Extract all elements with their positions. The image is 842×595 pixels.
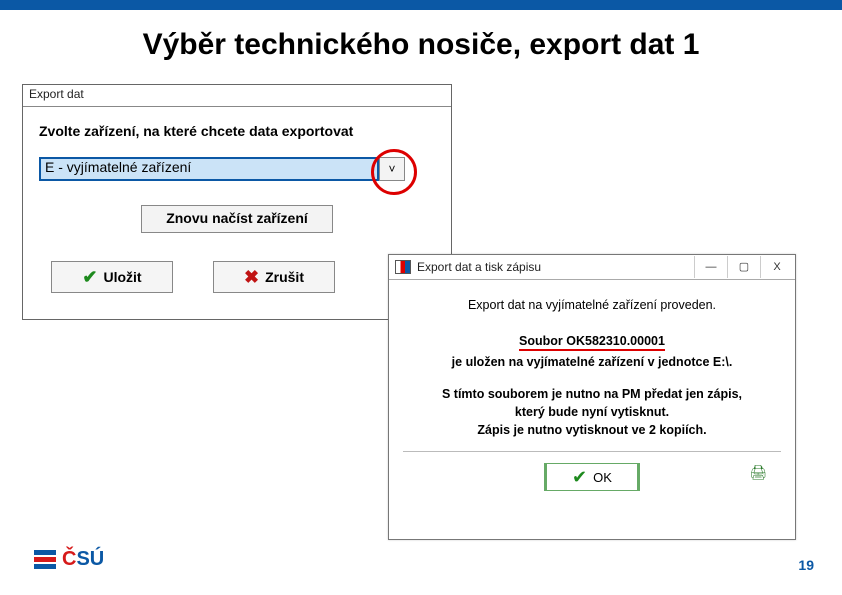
logo-letter-rest: SÚ bbox=[76, 548, 104, 571]
slide-top-bar bbox=[0, 0, 842, 10]
maximize-button[interactable]: ▢ bbox=[727, 256, 760, 278]
result-dialog: Export dat a tisk zápisu — ▢ X Export da… bbox=[388, 254, 796, 540]
result-message-line3: S tímto souborem je nutno na PM předat j… bbox=[403, 387, 781, 401]
window-controls: — ▢ X bbox=[694, 256, 793, 278]
logo-letter-c: Č bbox=[62, 548, 76, 571]
device-combobox-dropdown-button[interactable]: ˅ bbox=[379, 157, 405, 181]
result-dialog-titlebar: Export dat a tisk zápisu — ▢ X bbox=[389, 255, 795, 280]
result-dialog-title: Export dat a tisk zápisu bbox=[417, 260, 541, 274]
cancel-button-label: Zrušit bbox=[265, 269, 304, 285]
close-button[interactable]: X bbox=[760, 256, 793, 278]
cancel-button[interactable]: ✖ Zrušit bbox=[213, 261, 335, 293]
slide-title: Výběr technického nosiče, export dat 1 bbox=[0, 28, 842, 62]
export-dialog-titlebar: Export dat bbox=[23, 85, 451, 107]
separator bbox=[403, 451, 781, 452]
minimize-button[interactable]: — bbox=[694, 256, 727, 278]
result-message-line1: Export dat na vyjímatelné zařízení prove… bbox=[403, 298, 781, 312]
ok-button[interactable]: ✔ OK bbox=[544, 463, 640, 491]
cross-icon: ✖ bbox=[244, 268, 259, 286]
csu-logo: Č SÚ bbox=[34, 548, 104, 571]
ok-button-label: OK bbox=[593, 470, 612, 485]
logo-bars-icon bbox=[34, 550, 56, 569]
export-dialog-prompt: Zvolte zařízení, na které chcete data ex… bbox=[39, 123, 435, 139]
result-message-line2: je uložen na vyjímatelné zařízení v jedn… bbox=[403, 355, 781, 369]
page-number: 19 bbox=[798, 557, 814, 573]
printer-icon[interactable]: 🖨 bbox=[749, 464, 767, 481]
result-file-label: Soubor OK582310.00001 bbox=[519, 334, 665, 351]
save-button[interactable]: ✔ Uložit bbox=[51, 261, 173, 293]
device-combobox[interactable]: E - vyjímatelné zařízení ˅ bbox=[39, 157, 409, 183]
check-icon: ✔ bbox=[82, 268, 97, 286]
result-message-line5: Zápis je nutno vytisknout ve 2 kopiích. bbox=[403, 423, 781, 437]
app-icon bbox=[395, 260, 411, 274]
chevron-down-icon: ˅ bbox=[388, 162, 395, 176]
check-icon: ✔ bbox=[572, 468, 587, 486]
reload-devices-button[interactable]: Znovu načíst zařízení bbox=[141, 205, 333, 233]
save-button-label: Uložit bbox=[103, 269, 141, 285]
device-combobox-value[interactable]: E - vyjímatelné zařízení bbox=[39, 157, 379, 181]
result-message-line4: který bude nyní vytisknut. bbox=[403, 405, 781, 419]
